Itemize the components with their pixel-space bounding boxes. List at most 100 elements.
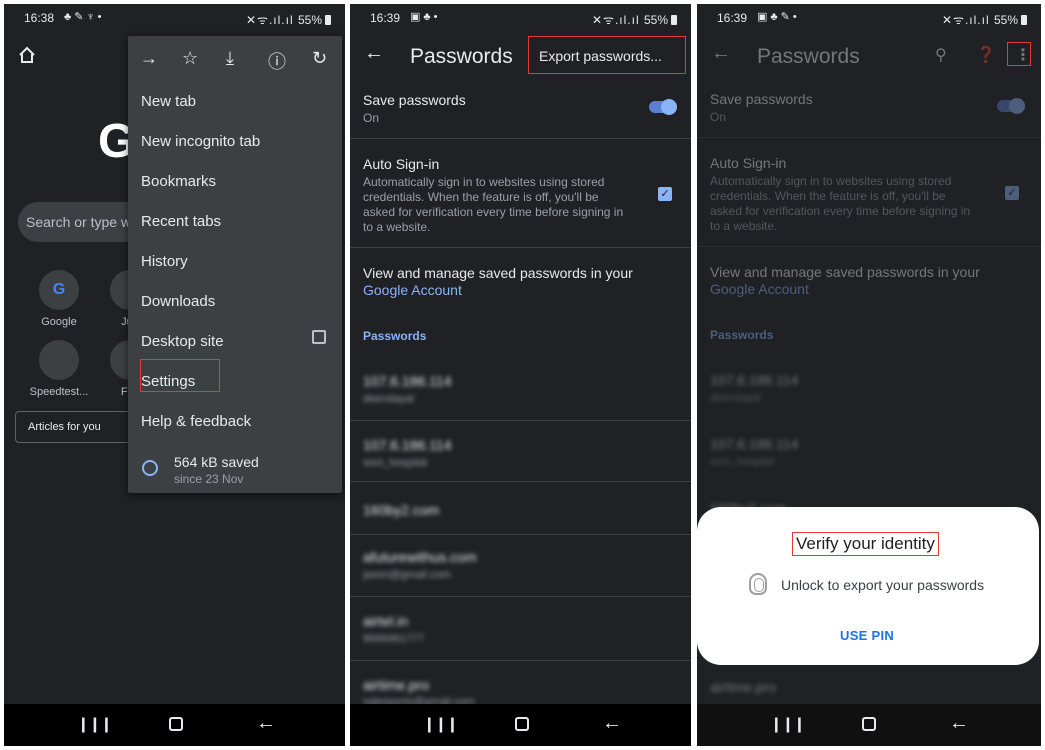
chrome-home-screen: 16:38 ♣✎♆• ✕ᯤ.ıl.ıl 55% G Search or type…: [4, 4, 345, 746]
nav-home-icon[interactable]: [862, 717, 876, 731]
status-right: ✕ᯤ.ıl.ıl 55%: [246, 11, 331, 28]
save-passwords-state: On: [710, 110, 727, 124]
battery-icon: [1021, 15, 1027, 25]
refresh-icon[interactable]: ↻: [312, 48, 327, 69]
more-options-highlight: [1007, 42, 1031, 66]
search-icon[interactable]: ⚲: [935, 45, 947, 65]
divider: [350, 660, 691, 661]
recents-icon[interactable]: ❙❙❙: [423, 715, 459, 733]
shortcut-speedtest[interactable]: Speedtest...: [29, 340, 89, 398]
toggle-knob: [661, 99, 677, 115]
save-passwords-title: Save passwords: [710, 91, 813, 107]
back-icon[interactable]: ←: [711, 42, 731, 65]
export-highlight: [528, 36, 686, 74]
battery-icon: [671, 15, 677, 25]
battery-level: 55%: [993, 13, 1018, 27]
divider: [350, 247, 691, 248]
help-icon[interactable]: ❓: [976, 45, 996, 65]
battery-level: 55%: [297, 13, 322, 27]
overflow-menu: → ☆ ⤓ ⓘ ↻ New tab New incognito tab Book…: [128, 36, 342, 493]
menu-help-feedback[interactable]: Help & feedback: [141, 413, 251, 430]
password-site: 107.6.186.114: [710, 372, 799, 388]
nav-back-icon[interactable]: ←: [949, 712, 969, 735]
menu-new-tab[interactable]: New tab: [141, 93, 196, 110]
nav-back-icon[interactable]: ←: [256, 712, 276, 735]
menu-new-incognito-tab[interactable]: New incognito tab: [141, 133, 260, 150]
divider: [350, 596, 691, 597]
auto-signin-title: Auto Sign-in: [363, 156, 440, 172]
download-icon[interactable]: ⤓: [226, 48, 234, 69]
verify-identity-dialog: Verify your identity Unlock to export yo…: [697, 507, 1039, 665]
toggle-knob: [1009, 98, 1025, 114]
menu-toolbar: → ☆ ⤓ ⓘ ↻: [128, 36, 342, 82]
password-site: afuturewithus.com: [363, 549, 477, 565]
password-site: 107.6.186.114: [710, 436, 799, 452]
divider: [350, 138, 691, 139]
articles-label: Articles for you: [28, 421, 101, 433]
status-time: 16:39: [370, 11, 401, 25]
battery-level: 55%: [643, 13, 668, 27]
google-icon: G: [39, 270, 79, 310]
settings-highlight: [140, 359, 220, 392]
recents-icon[interactable]: ❙❙❙: [770, 715, 806, 733]
data-saved-since: since 23 Nov: [174, 472, 244, 486]
shortcut-google[interactable]: G Google: [29, 270, 89, 328]
status-bar: 16:39 ▣♣• ✕ᯤ.ıl.ıl 55%: [350, 4, 691, 32]
auto-signin-description: Automatically sign in to websites using …: [710, 174, 971, 233]
data-saved-amount[interactable]: 564 kB saved: [174, 454, 259, 470]
use-pin-button[interactable]: USE PIN: [840, 628, 894, 643]
info-icon[interactable]: ⓘ: [268, 48, 286, 74]
password-username: deendayal: [363, 393, 414, 405]
home-icon[interactable]: [18, 46, 36, 64]
status-time: 16:39: [717, 11, 748, 25]
save-passwords-state: On: [363, 111, 380, 125]
speedtest-icon: [39, 340, 79, 380]
divider: [350, 481, 691, 482]
fingerprint-icon[interactable]: [749, 573, 767, 595]
nav-home-icon[interactable]: [169, 717, 183, 731]
menu-desktop-site[interactable]: Desktop site: [141, 333, 224, 350]
menu-bookmarks[interactable]: Bookmarks: [141, 173, 216, 190]
battery-icon: [325, 15, 331, 25]
google-account-link[interactable]: Google Account: [710, 281, 809, 297]
status-bar: 16:38 ♣✎♆• ✕ᯤ.ıl.ıl 55%: [4, 4, 345, 32]
system-nav-bar: ❙❙❙ ←: [697, 704, 1041, 746]
menu-downloads[interactable]: Downloads: [141, 293, 215, 310]
google-account-link[interactable]: Google Account: [363, 282, 462, 298]
passwords-section-header: Passwords: [710, 328, 774, 342]
nav-back-icon[interactable]: ←: [602, 712, 622, 735]
auto-signin-checkbox[interactable]: ✓: [1005, 186, 1019, 200]
menu-recent-tabs[interactable]: Recent tabs: [141, 213, 221, 230]
nav-home-icon[interactable]: [515, 717, 529, 731]
forward-icon[interactable]: →: [140, 48, 158, 69]
signal-icon: ✕ᯤ.ıl.ıl: [245, 13, 298, 27]
star-icon[interactable]: ☆: [182, 48, 198, 69]
shortcut-label: Speedtest...: [29, 386, 89, 398]
page-title: Passwords: [757, 45, 860, 68]
passwords-section-header: Passwords: [363, 329, 427, 343]
signal-icon: ✕ᯤ.ıl.ıl: [941, 13, 994, 27]
password-username: deendayal: [710, 392, 761, 404]
system-nav-bar: ❙❙❙ ←: [4, 704, 345, 746]
auto-signin-checkbox[interactable]: ✓: [658, 187, 672, 201]
password-site: airtime.pro: [363, 677, 430, 693]
desktop-site-checkbox[interactable]: [312, 330, 326, 344]
password-site: airtime.pro: [710, 679, 777, 695]
auto-signin-title: Auto Sign-in: [710, 155, 787, 171]
recents-icon[interactable]: ❙❙❙: [77, 715, 113, 733]
divider: [697, 246, 1041, 247]
password-site: 107.6.186.114: [363, 373, 452, 389]
page-title: Passwords: [410, 45, 513, 68]
menu-history[interactable]: History: [141, 253, 188, 270]
divider: [350, 534, 691, 535]
notification-icons: ♣✎♆•: [64, 11, 105, 23]
manage-passwords-text: View and manage saved passwords in your: [710, 264, 980, 280]
password-site: 107.6.186.114: [363, 437, 452, 453]
divider: [697, 137, 1041, 138]
dialog-message: Unlock to export your passwords: [781, 577, 985, 593]
manage-passwords-text: View and manage saved passwords in your: [363, 265, 633, 281]
password-username: 8696961777: [363, 633, 425, 645]
back-icon[interactable]: ←: [364, 42, 384, 65]
shortcut-label: Google: [41, 316, 77, 328]
status-time: 16:38: [24, 11, 55, 25]
